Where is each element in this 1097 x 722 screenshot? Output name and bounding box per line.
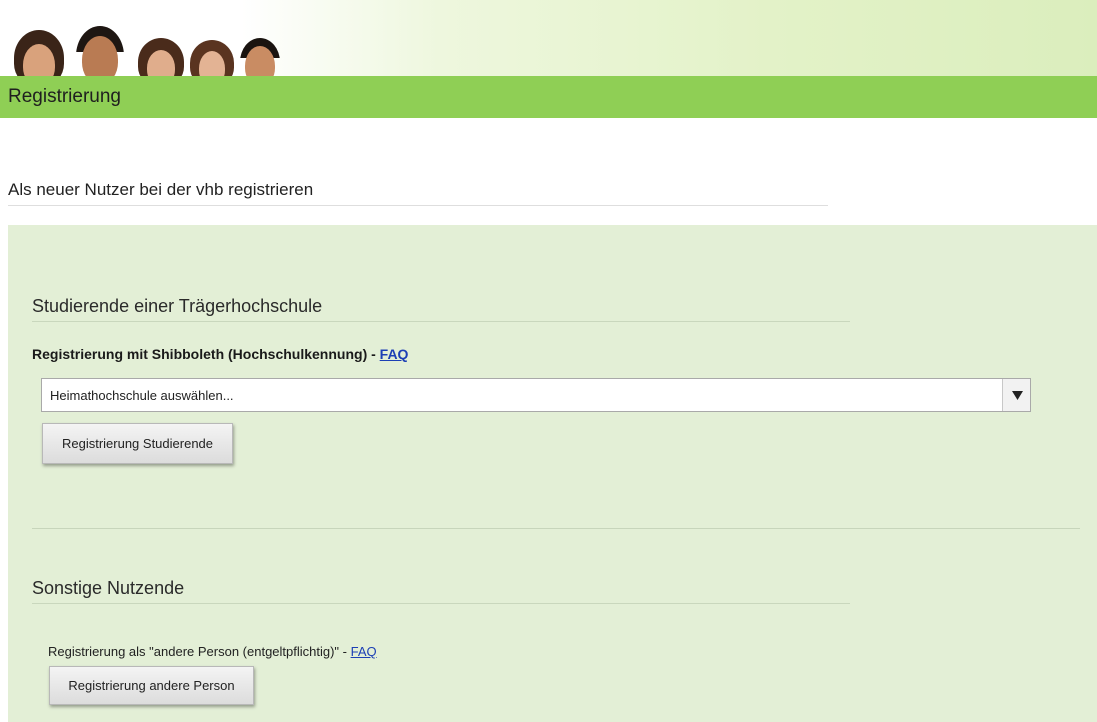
section-divider [32, 528, 1080, 529]
other-person-label-text: Registrierung als "andere Person (entgel… [48, 644, 351, 659]
header-banner [0, 0, 1097, 86]
register-students-button[interactable]: Registrierung Studierende [42, 423, 233, 464]
shibboleth-label-text: Registrierung mit Shibboleth (Hochschulk… [32, 346, 380, 362]
page-title-bar: Registrierung [0, 76, 1097, 118]
university-select-arrow[interactable] [1002, 379, 1030, 411]
intro-divider [8, 205, 828, 206]
shibboleth-label: Registrierung mit Shibboleth (Hochschulk… [32, 346, 408, 362]
intro-heading: Als neuer Nutzer bei der vhb registriere… [8, 180, 314, 199]
university-select[interactable]: Heimathochschule auswählen... [41, 378, 1031, 412]
other-person-label: Registrierung als "andere Person (entgel… [48, 644, 377, 659]
university-select-value: Heimathochschule auswählen... [50, 388, 234, 403]
students-section-divider [32, 321, 850, 322]
students-faq-link[interactable]: FAQ [380, 346, 409, 362]
others-section-divider [32, 603, 850, 604]
page-title: Registrierung [8, 86, 121, 107]
students-section-title: Studierende einer Trägerhochschule [32, 296, 323, 316]
others-faq-link[interactable]: FAQ [351, 644, 377, 659]
others-section-title: Sonstige Nutzende [32, 578, 185, 598]
register-other-person-button[interactable]: Registrierung andere Person [49, 666, 254, 705]
dropdown-arrow-icon [1012, 391, 1023, 400]
